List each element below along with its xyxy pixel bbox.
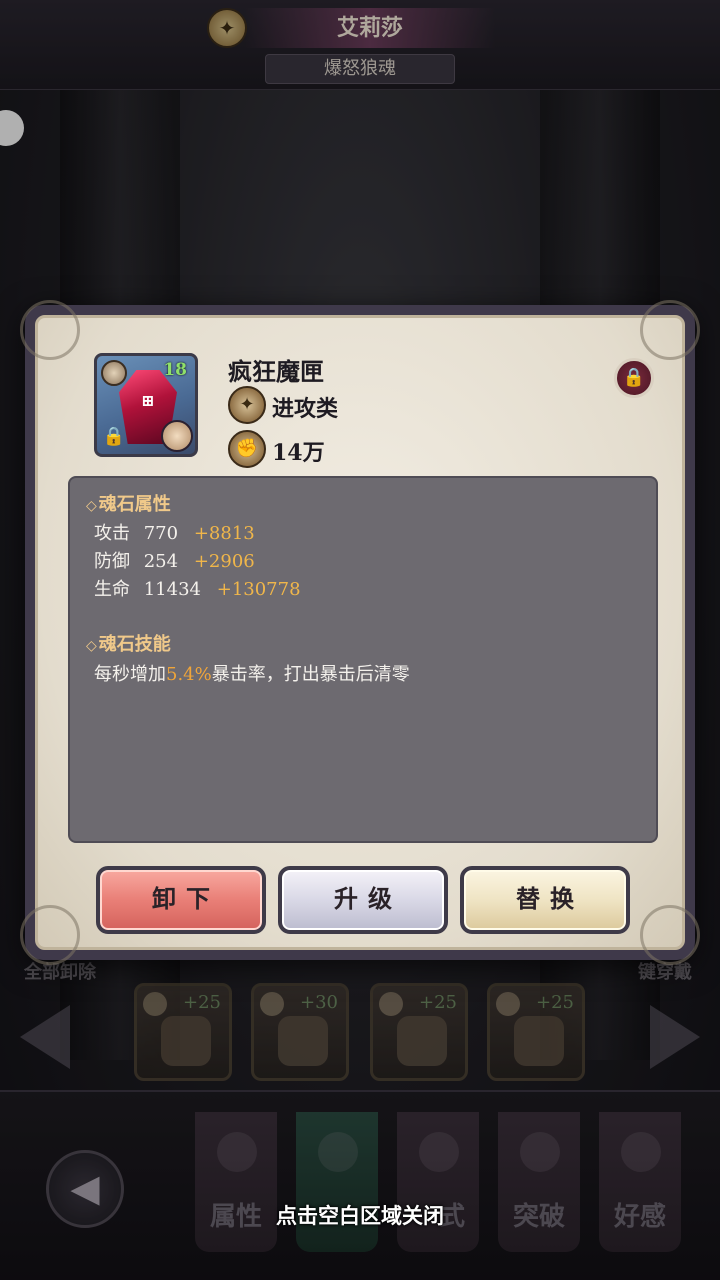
- item-name: 疯狂魔匣: [228, 357, 324, 386]
- attributes-title: 魂石属性: [98, 494, 171, 515]
- power-icon: ✊: [228, 430, 266, 468]
- replace-button[interactable]: 替换: [460, 866, 630, 934]
- stat-row-defense: 防御 254 +2906: [86, 548, 640, 576]
- stat-bonus: +8813: [193, 523, 255, 544]
- skill-suffix: 暴击率，打出暴击后清零: [211, 664, 410, 685]
- item-power: 14万: [272, 440, 325, 466]
- stat-label: 攻击: [94, 523, 130, 544]
- stat-base: 770: [143, 523, 179, 544]
- attack-type-badge-icon: [101, 360, 127, 386]
- lock-icon: 🔒: [102, 426, 126, 447]
- rune-icon: ⊞: [141, 391, 155, 410]
- close-hint: 点击空白区域关闭: [276, 1203, 444, 1228]
- unequip-button[interactable]: 卸下: [96, 866, 266, 934]
- skill-highlight: 5.4%: [166, 664, 212, 685]
- stat-bonus: +2906: [193, 551, 255, 572]
- stat-base: 11434: [143, 579, 201, 600]
- stat-row-hp: 生命 11434 +130778: [86, 576, 640, 604]
- skill-title: 魂石技能: [98, 634, 171, 655]
- attack-type-icon: ✦: [228, 386, 266, 424]
- corner-ornament: [640, 905, 700, 965]
- skill-description: 每秒增加5.4%暴击率，打出暴击后清零: [86, 660, 640, 686]
- lock-icon: 🔒: [622, 367, 646, 388]
- soulstone-dialog: ⊞ 18 🔒 疯狂魔匣 ✦ 进攻类 ✊ 14万 🔒 ◇ 魂石属性 攻击 770 +…: [20, 300, 700, 965]
- owner-avatar: [161, 420, 193, 452]
- stat-label: 生命: [94, 579, 130, 600]
- upgrade-button[interactable]: 升级: [278, 866, 448, 934]
- stat-row-attack: 攻击 770 +8813: [86, 520, 640, 548]
- dialog-panel: ⊞ 18 🔒 疯狂魔匣 ✦ 进攻类 ✊ 14万 🔒 ◇ 魂石属性 攻击 770 +…: [20, 300, 700, 965]
- attributes-heading: ◇ 魂石属性: [86, 490, 640, 516]
- corner-ornament: [640, 300, 700, 360]
- soulstone-item-icon: ⊞ 18 🔒: [94, 353, 198, 457]
- corner-ornament: [20, 905, 80, 965]
- stat-bonus: +130778: [216, 579, 301, 600]
- item-type: 进攻类: [272, 396, 339, 422]
- item-level: 18: [163, 360, 187, 380]
- stat-label: 防御: [94, 551, 130, 572]
- corner-ornament: [20, 300, 80, 360]
- stat-base: 254: [143, 551, 179, 572]
- skill-prefix: 每秒增加: [94, 664, 166, 685]
- diamond-icon: ◇: [86, 498, 97, 514]
- soulstone-info-panel: ◇ 魂石属性 攻击 770 +8813 防御 254 +2906 生命 11434…: [68, 476, 658, 843]
- skill-heading: ◇ 魂石技能: [86, 630, 640, 656]
- lock-toggle-button[interactable]: 🔒: [614, 358, 654, 398]
- diamond-icon: ◇: [86, 638, 97, 654]
